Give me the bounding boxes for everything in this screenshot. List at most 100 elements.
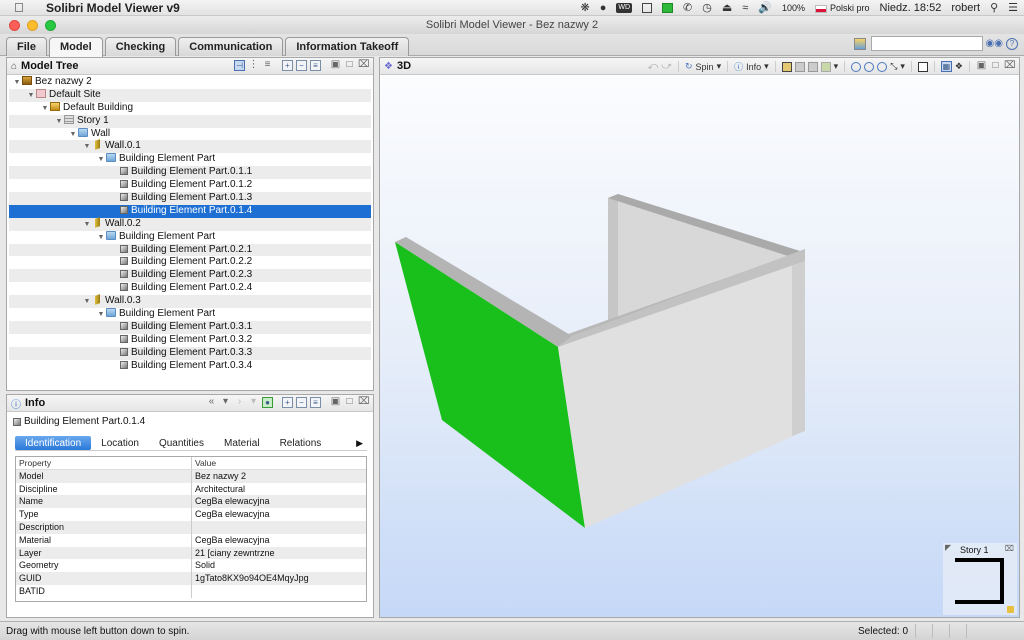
redo-view-icon[interactable]: ⤻: [661, 61, 672, 72]
tree-item[interactable]: ▼ Story 1: [9, 114, 371, 128]
close-panel-icon[interactable]: ⌧: [358, 397, 370, 408]
green-app-icon[interactable]: [662, 3, 674, 13]
notification-center-icon[interactable]: ☰: [1008, 0, 1018, 16]
collapse-all-icon[interactable]: −: [296, 397, 307, 408]
tree-item[interactable]: ▼ Wall.0.2: [9, 216, 371, 231]
eject-icon[interactable]: ⏏: [722, 0, 732, 16]
minimap-close-icon[interactable]: ⌧: [1005, 544, 1014, 553]
tab-model[interactable]: Model: [48, 37, 103, 57]
help-icon[interactable]: ?: [1006, 37, 1018, 50]
undo-view-icon[interactable]: ⤺: [648, 61, 659, 72]
tree-item[interactable]: ▼ Bez nazwy 2: [9, 76, 371, 89]
tree-item[interactable]: Building Element Part.0.2.1: [9, 243, 371, 257]
apple-menu-icon[interactable]: : [14, 0, 28, 15]
layers-icon[interactable]: ❖: [955, 61, 963, 72]
story-minimap[interactable]: ◤ Story 1 ⌧: [943, 543, 1017, 615]
column-header-property[interactable]: Property: [16, 457, 192, 469]
tree-item[interactable]: ▼ Wall: [9, 127, 371, 141]
table-row[interactable]: Model Bez nazwy 2: [16, 469, 366, 483]
tab-information-takeoff[interactable]: Information Takeoff: [285, 37, 410, 56]
tab-location[interactable]: Location: [91, 436, 149, 450]
minimize-panel-icon[interactable]: ▣: [330, 60, 341, 71]
tabs-scroll-right-icon[interactable]: ▶: [356, 436, 367, 450]
tab-quantities[interactable]: Quantities: [149, 436, 214, 450]
tab-material[interactable]: Material: [214, 436, 270, 450]
tree-item[interactable]: Building Element Part.0.3.3: [9, 346, 371, 360]
perspective-icon[interactable]: [917, 61, 928, 72]
wall-back-face[interactable]: [608, 194, 618, 338]
maximize-panel-icon[interactable]: □: [344, 60, 355, 71]
user-name[interactable]: robert: [951, 2, 980, 14]
sync-selection-icon[interactable]: ●: [262, 397, 273, 408]
table-row[interactable]: Geometry Solid: [16, 559, 366, 573]
views-dropdown-icon[interactable]: ▾: [834, 61, 839, 72]
forward-icon[interactable]: ›: [234, 397, 245, 408]
table-row[interactable]: Layer 21 [ciany zewntrzne: [16, 546, 366, 560]
tree-item[interactable]: ▼ Wall.0.1: [9, 139, 371, 154]
expand-all-icon[interactable]: +: [282, 60, 293, 71]
layout-grid-icon[interactable]: ▦: [940, 61, 952, 72]
info-mode-button[interactable]: Info: [746, 62, 761, 72]
view-top-icon[interactable]: [820, 61, 831, 72]
tree-sort-icon[interactable]: ⋮: [248, 60, 259, 71]
binoculars-icon[interactable]: ◉◉: [986, 38, 1003, 49]
3d-canvas[interactable]: ◤ Story 1 ⌧: [380, 76, 1019, 617]
selected-wall-face[interactable]: [395, 242, 585, 528]
close-panel-icon[interactable]: ⌧: [1004, 61, 1016, 72]
tree-item[interactable]: Building Element Part.0.2.2: [9, 256, 371, 269]
evernote-icon[interactable]: ●: [600, 0, 607, 16]
back-icon[interactable]: «: [206, 397, 217, 408]
volume-icon[interactable]: 🔊: [758, 0, 772, 16]
model-tree[interactable]: ▼ Bez nazwy 2 ▼ Default Site ▼ Default Buildi…: [9, 76, 371, 388]
view-side-icon[interactable]: [807, 61, 818, 72]
tree-item[interactable]: Building Element Part.0.1.4: [9, 204, 371, 218]
info-dropdown-icon[interactable]: ▾: [764, 61, 769, 72]
view-front-icon[interactable]: [794, 61, 805, 72]
status-app-icon[interactable]: ❋: [580, 0, 589, 16]
minimap-camera-icon[interactable]: [1007, 606, 1014, 613]
tree-item[interactable]: Building Element Part.0.1.3: [9, 192, 371, 205]
table-row[interactable]: GUID 1gTato8KX9o94OE4MqyJpg: [16, 572, 366, 585]
tree-item[interactable]: Building Element Part.0.3.1: [9, 320, 371, 334]
search-input[interactable]: [870, 36, 983, 51]
tab-file[interactable]: File: [6, 37, 47, 56]
battery-percent[interactable]: 100%: [782, 3, 805, 13]
minimap-resize-icon[interactable]: ◤: [945, 543, 951, 552]
tree-item[interactable]: Building Element Part.0.2.3: [9, 269, 371, 283]
spin-dropdown-icon[interactable]: ▾: [717, 61, 722, 72]
table-row[interactable]: Type CegBa elewacyjna: [16, 508, 366, 521]
tab-relations[interactable]: Relations: [270, 436, 332, 450]
forward-dropdown-icon[interactable]: ▾: [248, 397, 259, 408]
wall-front-edge[interactable]: [792, 261, 805, 436]
phone-icon[interactable]: ✆: [683, 0, 692, 16]
tree-item[interactable]: ▼ Default Building: [9, 101, 371, 115]
table-row[interactable]: BATID: [16, 584, 366, 598]
tree-item[interactable]: ▼ Building Element Part: [9, 153, 371, 166]
tree-item[interactable]: ▼ Building Element Part: [9, 230, 371, 244]
zoom-fit-icon[interactable]: [851, 61, 862, 72]
maximize-panel-icon[interactable]: □: [344, 397, 355, 408]
time-machine-icon[interactable]: ◷: [702, 0, 712, 16]
wd-drive-icon[interactable]: WD: [616, 3, 633, 13]
tree-item[interactable]: Building Element Part.0.2.4: [9, 282, 371, 295]
expand-all-icon[interactable]: +: [282, 397, 293, 408]
list-view-icon[interactable]: ≡: [310, 397, 321, 408]
list-view-icon[interactable]: ≡: [310, 60, 321, 71]
tab-communication[interactable]: Communication: [178, 37, 284, 56]
maximize-panel-icon[interactable]: □: [990, 61, 1001, 72]
zoom-dropdown-icon[interactable]: ▾: [900, 61, 905, 72]
spin-mode-button[interactable]: Spin: [696, 62, 714, 72]
minimize-panel-icon[interactable]: ▣: [330, 397, 341, 408]
table-row[interactable]: Name CegBa elewacyjna: [16, 495, 366, 509]
close-panel-icon[interactable]: ⌧: [358, 60, 370, 71]
tree-item[interactable]: ▼ Building Element Part: [9, 308, 371, 321]
input-source[interactable]: Polski pro: [815, 3, 870, 13]
minimize-panel-icon[interactable]: ▣: [976, 61, 987, 72]
collapse-all-icon[interactable]: −: [296, 60, 307, 71]
back-dropdown-icon[interactable]: ▾: [220, 397, 231, 408]
tree-item[interactable]: Building Element Part.0.3.2: [9, 334, 371, 347]
window-icon[interactable]: [642, 3, 653, 13]
zoom-out-icon[interactable]: [877, 61, 888, 72]
app-menu[interactable]: Solibri Model Viewer v9: [46, 1, 180, 15]
tree-item[interactable]: ▼ Default Site: [9, 88, 371, 102]
